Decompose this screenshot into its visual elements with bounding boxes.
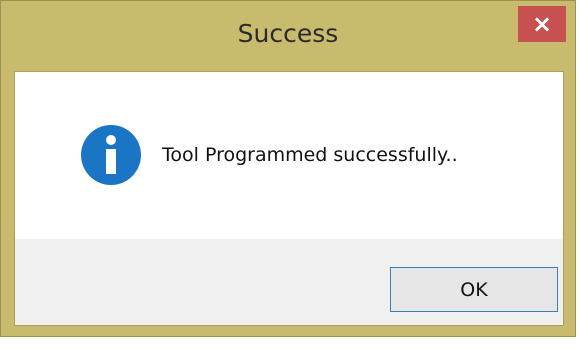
ok-button[interactable]: OK	[390, 267, 558, 312]
dialog-title: Success	[237, 19, 339, 48]
close-icon: ×	[531, 10, 553, 38]
screen: Success × Tool Programmed successfully..…	[0, 0, 581, 352]
title-bar[interactable]: Success ×	[1, 1, 575, 71]
info-icon	[81, 125, 141, 185]
ok-button-label: OK	[460, 278, 488, 301]
success-dialog: Success × Tool Programmed successfully..…	[0, 0, 576, 337]
message-area: Tool Programmed successfully..	[15, 72, 563, 239]
success-message: Tool Programmed successfully..	[162, 144, 458, 166]
dialog-content: Tool Programmed successfully.. OK	[14, 71, 564, 326]
close-button[interactable]: ×	[518, 6, 566, 42]
button-area: OK	[15, 239, 563, 325]
